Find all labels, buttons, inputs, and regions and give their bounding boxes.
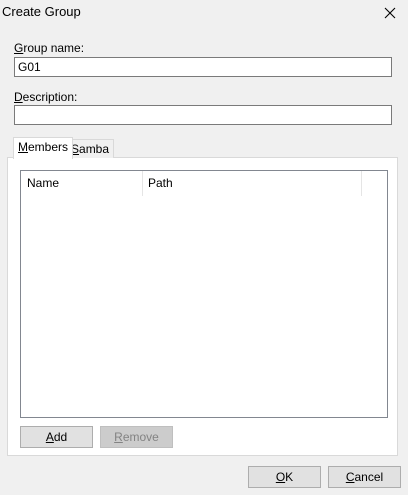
members-tab-panel: Name Path Add Remove <box>7 157 398 456</box>
description-label: Description: <box>14 90 78 104</box>
close-icon <box>384 7 396 19</box>
column-header-name[interactable]: Name <box>21 171 142 196</box>
create-group-dialog: Create Group Group name: Description: Me… <box>0 0 408 495</box>
tab-members[interactable]: Members <box>13 137 74 159</box>
group-name-input[interactable] <box>14 57 392 77</box>
ok-button[interactable]: OK <box>248 466 321 488</box>
description-input[interactable] <box>14 105 392 125</box>
close-button[interactable] <box>372 0 408 26</box>
window-title: Create Group <box>2 4 81 19</box>
remove-button[interactable]: Remove <box>100 426 173 448</box>
title-bar: Create Group <box>0 0 408 26</box>
members-list[interactable]: Name Path <box>20 170 388 418</box>
members-list-header: Name Path <box>21 171 387 196</box>
cancel-button[interactable]: Cancel <box>328 466 401 488</box>
group-name-label: Group name: <box>14 41 85 55</box>
tab-samba[interactable]: Samba <box>66 139 115 158</box>
column-divider[interactable] <box>361 171 362 196</box>
column-header-path[interactable]: Path <box>142 171 360 196</box>
add-button[interactable]: Add <box>20 426 93 448</box>
